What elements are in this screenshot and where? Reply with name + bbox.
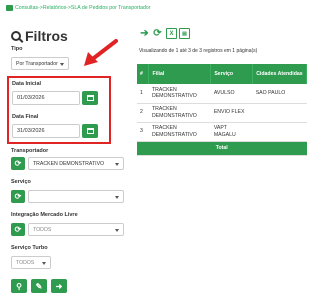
integracao-value: TODOS (33, 226, 52, 233)
results-table: # Filial Serviço Cidades Atendidas 1 TRA… (137, 64, 307, 156)
total-label: Total (137, 141, 307, 156)
search-icon (11, 31, 21, 41)
calendar-button-inicial[interactable] (82, 91, 98, 105)
calendar-icon (86, 95, 94, 101)
col-header-number[interactable]: # (137, 64, 150, 84)
tipo-label: Tipo (11, 46, 23, 52)
row-number: 3 (137, 122, 149, 142)
refresh-integracao-button[interactable]: ⟳ (11, 223, 25, 236)
row-filial: TRACKEN DEMONSTRATIVO (148, 84, 211, 104)
chevron-down-icon (60, 63, 64, 66)
servico-turbo-value: TODOS (16, 259, 35, 266)
row-filial: TRACKEN DEMONSTRATIVO (148, 103, 211, 123)
data-inicial-input[interactable]: 01/03/2026 (12, 91, 80, 105)
arrow-right-icon[interactable]: ➔ (139, 28, 150, 39)
data-final-input[interactable]: 31/03/2026 (12, 124, 80, 138)
table-header-row: # Filial Serviço Cidades Atendidas (137, 64, 307, 84)
transportador-value: TRACKEN DEMONSTRATIVO (33, 160, 105, 167)
home-icon[interactable] (6, 5, 13, 11)
breadcrumb: Consultas->Relatórios->SLA de Pedidos po… (6, 3, 151, 13)
row-number: 1 (137, 84, 149, 104)
refresh-transportador-button[interactable]: ⟳ (11, 157, 25, 170)
chevron-down-icon (42, 262, 46, 265)
tipo-value: Por Transportador (16, 60, 58, 67)
chevron-down-icon (115, 229, 119, 232)
records-info: Visualizando de 1 até 3 de 3 registros e… (139, 48, 258, 54)
data-final-value: 31/03/2026 (17, 128, 45, 134)
tipo-select[interactable]: Por Transportador (11, 57, 69, 70)
data-inicial-value: 01/03/2026 (17, 95, 45, 101)
servico-turbo-select[interactable]: TODOS (11, 256, 51, 269)
row-number: 2 (137, 103, 149, 123)
clear-button[interactable]: ✎ (31, 279, 47, 293)
col-header-cidades[interactable]: Cidades Atendidas (252, 64, 307, 84)
transportador-label: Transportador (11, 148, 49, 154)
transportador-select[interactable]: TRACKEN DEMONSTRATIVO (28, 157, 124, 170)
row-cidades (252, 122, 307, 142)
calendar-button-final[interactable] (82, 124, 98, 138)
col-header-servico[interactable]: Serviço (210, 64, 254, 84)
filters-title: Filtros (25, 28, 68, 44)
row-servico: VAPT MAGALU (210, 122, 253, 142)
search-button[interactable]: ⚲ (11, 279, 27, 293)
row-servico: AVULSO (210, 84, 253, 104)
row-cidades (252, 103, 307, 123)
refresh-servico-button[interactable]: ⟳ (11, 190, 25, 203)
data-final-label: Data Final (12, 114, 39, 120)
chevron-down-icon (115, 163, 119, 166)
refresh-icon[interactable]: ⟳ (152, 28, 163, 39)
integracao-label: Integração Mercado Livre (11, 212, 78, 218)
export-button[interactable]: ➜ (51, 279, 67, 293)
excel-icon[interactable]: X (166, 28, 177, 39)
row-cidades: SAO PAULO (252, 84, 307, 104)
servico-select[interactable] (28, 190, 124, 203)
row-servico: ENVIO FLEX (210, 103, 253, 123)
servico-turbo-label: Serviço Turbo (11, 245, 48, 251)
breadcrumb-text[interactable]: Consultas->Relatórios->SLA de Pedidos po… (15, 5, 151, 11)
table-row: 3 TRACKEN DEMONSTRATIVO VAPT MAGALU (137, 122, 307, 142)
row-filial: TRACKEN DEMONSTRATIVO (148, 122, 211, 142)
print-icon[interactable]: ▤ (179, 28, 190, 39)
calendar-icon (86, 128, 94, 134)
annotation-arrow-icon (84, 39, 118, 66)
table-row: 2 TRACKEN DEMONSTRATIVO ENVIO FLEX (137, 103, 307, 123)
servico-label: Serviço (11, 179, 31, 185)
filters-heading: Filtros (11, 28, 68, 44)
total-row: Total (137, 141, 307, 156)
chevron-down-icon (115, 196, 119, 199)
col-header-filial[interactable]: Filial (148, 64, 212, 84)
table-row: 1 TRACKEN DEMONSTRATIVO AVULSO SAO PAULO (137, 84, 307, 104)
integracao-select[interactable]: TODOS (28, 223, 124, 236)
data-inicial-label: Data Inicial (12, 81, 42, 87)
